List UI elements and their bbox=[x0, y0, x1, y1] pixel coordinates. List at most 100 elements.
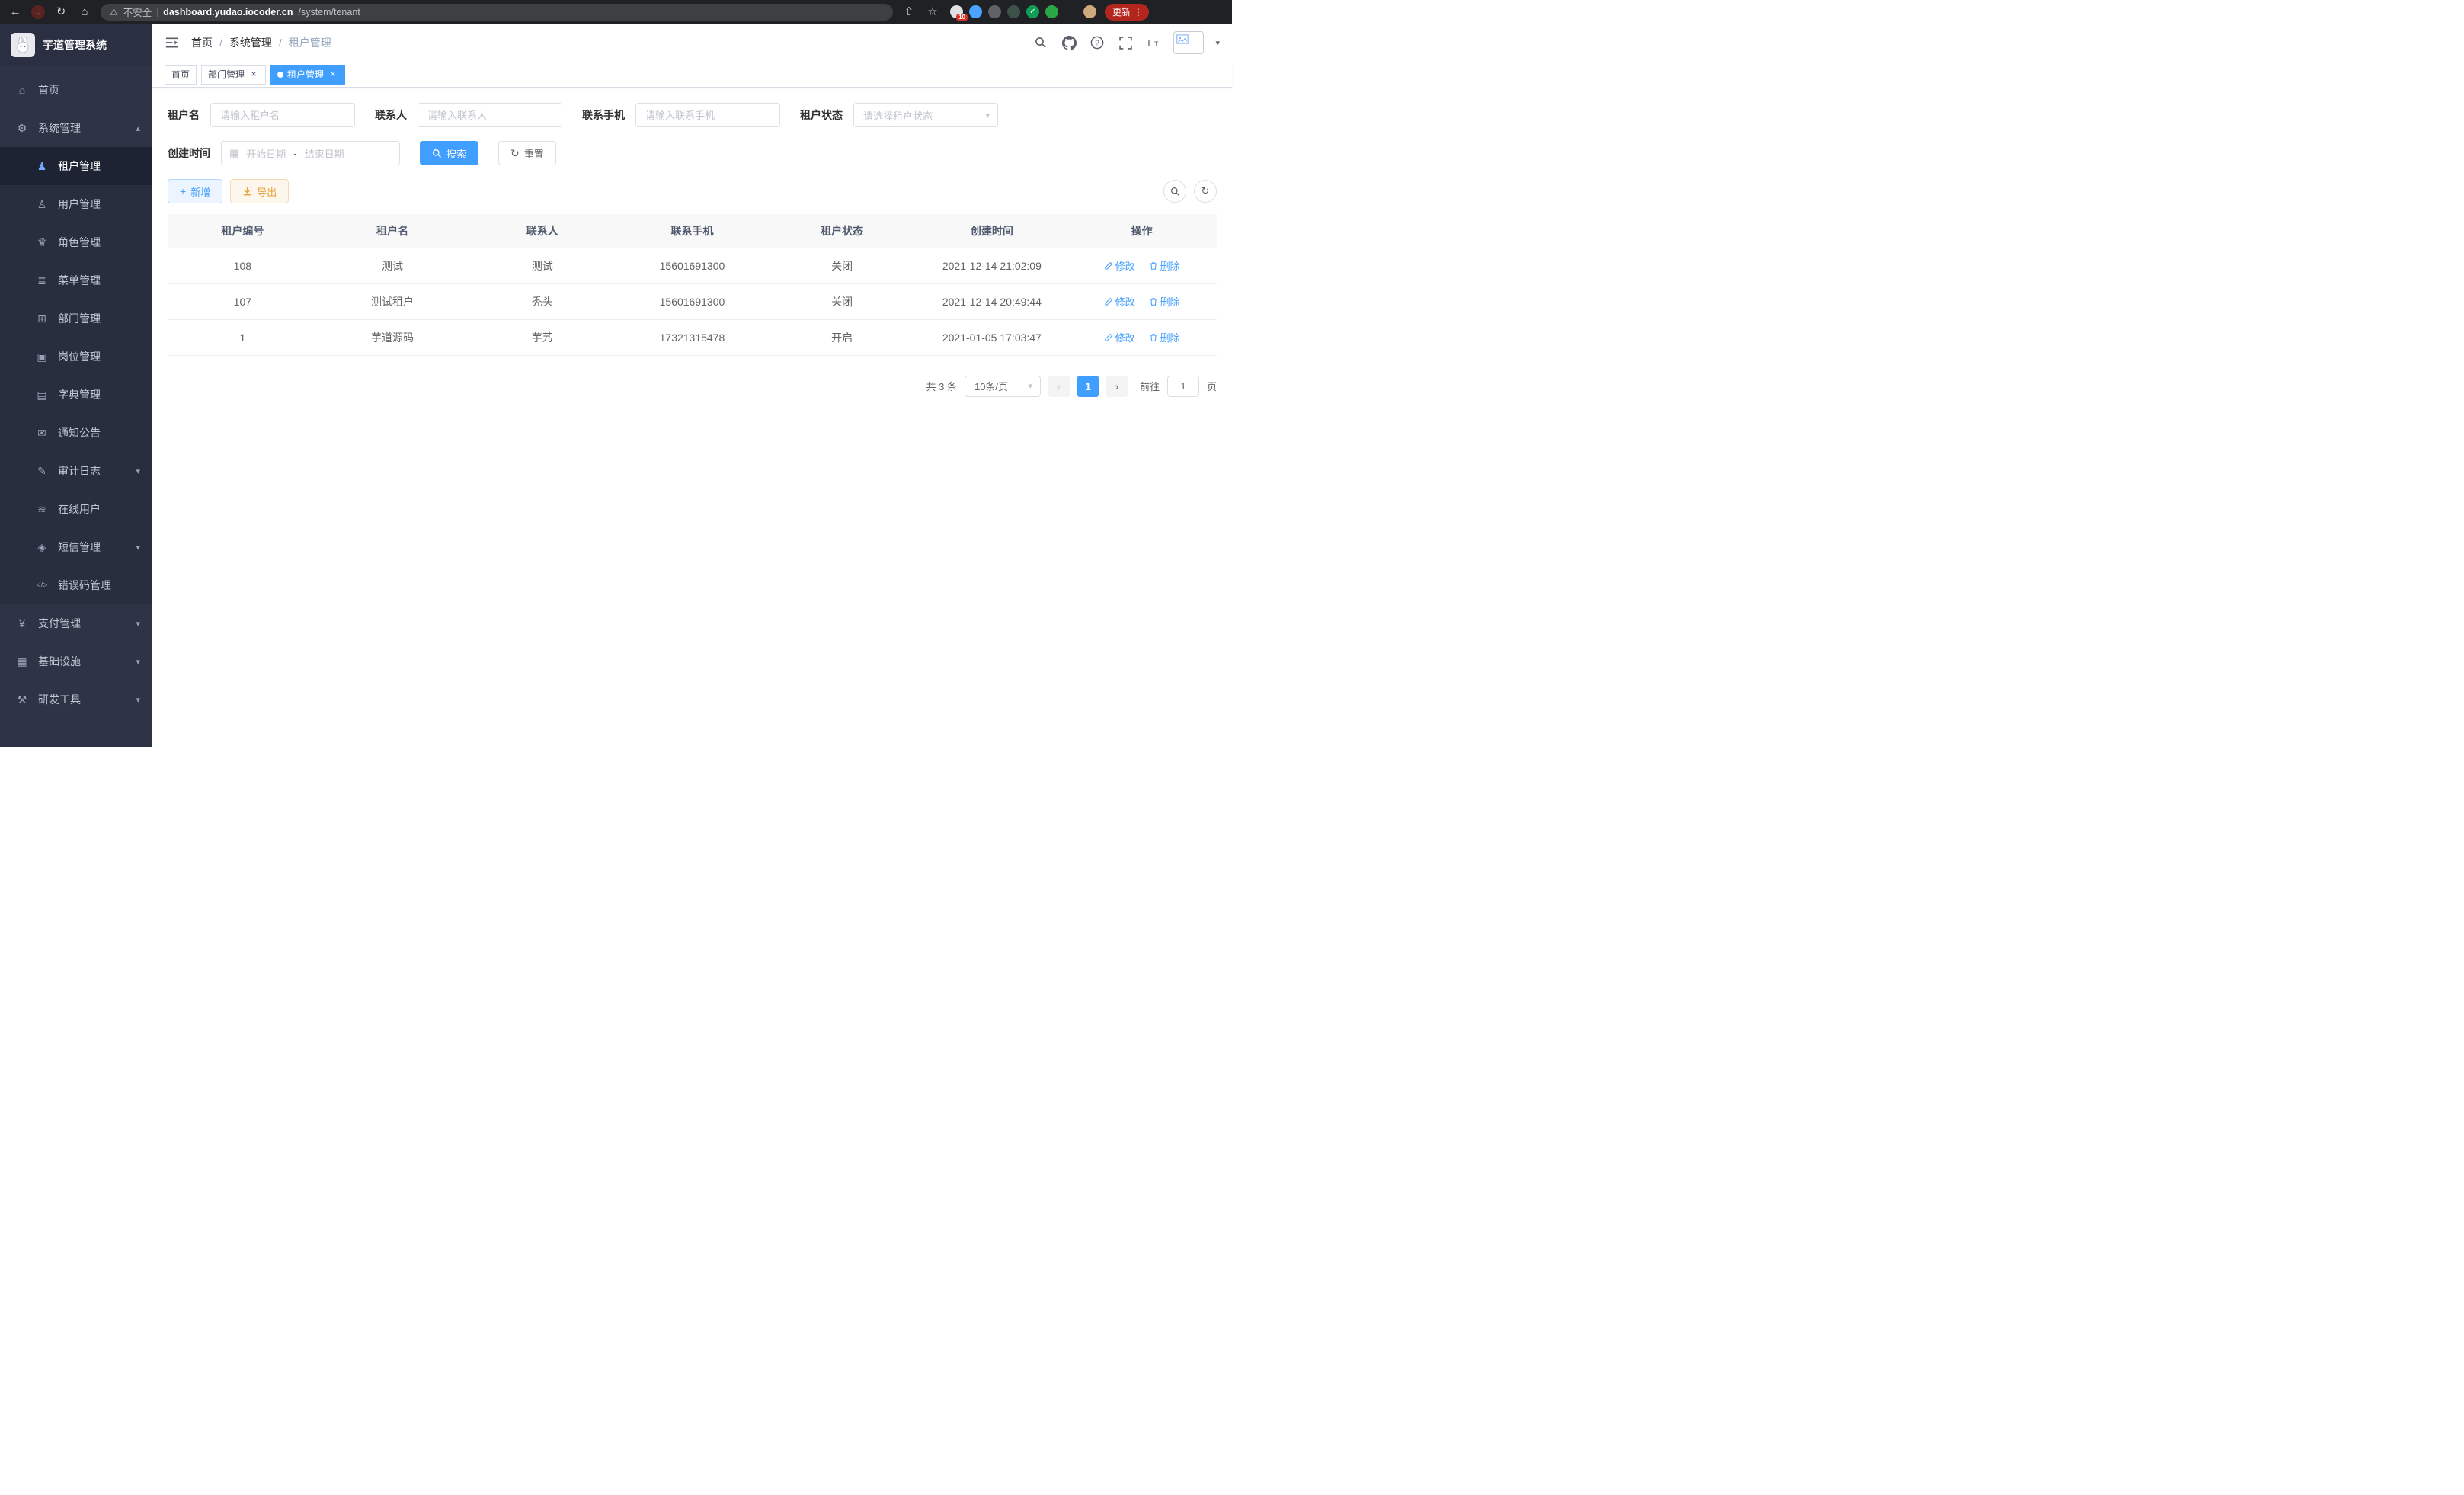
create-time-range-picker[interactable]: ▦ 开始日期 - 结束日期 bbox=[221, 141, 400, 165]
cell-actions: 修改删除 bbox=[1067, 248, 1217, 283]
extension-dots-icon[interactable]: 10 bbox=[950, 5, 963, 18]
page-1-button[interactable]: 1 bbox=[1077, 376, 1099, 397]
breadcrumb-separator: / bbox=[279, 37, 282, 49]
delete-link[interactable]: 删除 bbox=[1149, 258, 1180, 273]
close-tab-icon[interactable]: × bbox=[248, 69, 259, 80]
font-size-icon[interactable]: TT bbox=[1145, 34, 1162, 51]
chevron-up-icon: ▴ bbox=[136, 123, 140, 133]
tab-home[interactable]: 首页 bbox=[165, 65, 197, 85]
sidebar-item-infra[interactable]: ▦基础设施▾ bbox=[0, 642, 152, 680]
collapse-sidebar-icon[interactable] bbox=[165, 37, 179, 49]
cell-create-time: 2021-12-14 21:02:09 bbox=[917, 248, 1067, 283]
tenant-status-label: 租户状态 bbox=[800, 107, 843, 123]
tab-tenant[interactable]: 租户管理× bbox=[270, 65, 345, 85]
search-icon bbox=[1170, 187, 1180, 197]
user-icon: ♙ bbox=[35, 198, 49, 211]
chevron-down-icon[interactable]: ▾ bbox=[1215, 38, 1220, 48]
add-button[interactable]: + 新增 bbox=[168, 179, 222, 203]
plus-icon: + bbox=[180, 186, 186, 197]
extension-monkey-icon[interactable] bbox=[1083, 5, 1096, 18]
reset-button[interactable]: ↻ 重置 bbox=[498, 141, 556, 165]
extension-olive-icon[interactable] bbox=[1007, 5, 1020, 18]
sidebar-item-notice[interactable]: ✉通知公告 bbox=[0, 414, 152, 452]
extension-green-icon[interactable] bbox=[1045, 5, 1058, 18]
toggle-search-button[interactable] bbox=[1163, 180, 1186, 203]
sidebar-item-online[interactable]: ≋在线用户 bbox=[0, 490, 152, 528]
column-header: 租户名 bbox=[318, 214, 468, 248]
extension-puzzle-icon[interactable] bbox=[1064, 5, 1077, 18]
help-icon[interactable]: ? bbox=[1089, 34, 1106, 51]
error-code-icon: </> bbox=[35, 581, 49, 590]
logo-image bbox=[11, 33, 35, 57]
sidebar-item-sms[interactable]: ◈短信管理▾ bbox=[0, 528, 152, 566]
prev-page-button[interactable]: ‹ bbox=[1048, 376, 1070, 397]
tenant-status-select[interactable]: 请选择租户状态 ▾ bbox=[853, 103, 998, 127]
breadcrumb-item[interactable]: 系统管理 bbox=[229, 35, 272, 50]
extension-check-icon[interactable]: ✓ bbox=[1026, 5, 1039, 18]
header-search-icon[interactable] bbox=[1032, 34, 1049, 51]
sidebar-item-auditlog[interactable]: ✎审计日志▾ bbox=[0, 452, 152, 490]
delete-link[interactable]: 删除 bbox=[1149, 330, 1180, 344]
create-time-label: 创建时间 bbox=[168, 146, 210, 161]
browser-toolbar: ← → ↻ ⌂ ⚠ 不安全 dashboard.yudao.iocoder.cn… bbox=[0, 0, 1232, 24]
search-button[interactable]: 搜索 bbox=[420, 141, 478, 165]
dict-book-icon: ▤ bbox=[35, 389, 49, 402]
sidebar-item-tenant[interactable]: ♟租户管理 bbox=[0, 147, 152, 185]
edit-link[interactable]: 修改 bbox=[1104, 294, 1135, 309]
sidebar-item-system[interactable]: ⚙系统管理▴ bbox=[0, 109, 152, 147]
sidebar-item-menu[interactable]: ≣菜单管理 bbox=[0, 261, 152, 299]
refresh-table-button[interactable]: ↻ bbox=[1194, 180, 1217, 203]
contact-name-input[interactable] bbox=[418, 103, 562, 127]
next-page-button[interactable]: › bbox=[1106, 376, 1128, 397]
logo[interactable]: 芋道管理系统 bbox=[0, 24, 152, 66]
tenant-name-input[interactable] bbox=[210, 103, 355, 127]
url-bar[interactable]: ⚠ 不安全 dashboard.yudao.iocoder.cn/system/… bbox=[101, 4, 893, 21]
github-icon[interactable] bbox=[1061, 34, 1077, 51]
sidebar-item-tool[interactable]: ⚒研发工具▾ bbox=[0, 680, 152, 719]
close-tab-icon[interactable]: × bbox=[328, 69, 338, 80]
delete-icon bbox=[1149, 333, 1158, 342]
goto-page-input[interactable] bbox=[1167, 376, 1199, 397]
extension-gray-icon[interactable] bbox=[988, 5, 1001, 18]
sidebar-item-role[interactable]: ♛角色管理 bbox=[0, 223, 152, 261]
reload-icon[interactable]: ↻ bbox=[53, 5, 69, 20]
tab-dept[interactable]: 部门管理× bbox=[201, 65, 266, 85]
update-button[interactable]: 更新 ⋮ bbox=[1105, 4, 1149, 21]
sidebar-item-dict[interactable]: ▤字典管理 bbox=[0, 376, 152, 414]
delete-link[interactable]: 删除 bbox=[1149, 294, 1180, 309]
tenant-table: 租户编号租户名联系人联系手机租户状态创建时间操作 108测试测试15601691… bbox=[168, 214, 1217, 356]
sidebar-item-home[interactable]: ⌂首页 bbox=[0, 71, 152, 109]
cell-tenant-name: 芋道源码 bbox=[318, 319, 468, 355]
avatar[interactable] bbox=[1173, 31, 1204, 54]
export-button[interactable]: 导出 bbox=[230, 179, 289, 203]
fullscreen-icon[interactable] bbox=[1117, 34, 1134, 51]
refresh-icon: ↻ bbox=[1202, 185, 1210, 197]
forward-icon[interactable]: → bbox=[31, 5, 45, 19]
sidebar-item-dept[interactable]: ⊞部门管理 bbox=[0, 299, 152, 338]
share-icon[interactable]: ⇧ bbox=[901, 5, 917, 20]
pay-yen-icon: ¥ bbox=[15, 617, 29, 629]
extension-drop-icon[interactable] bbox=[969, 5, 982, 18]
menu-list-icon: ≣ bbox=[35, 274, 49, 287]
svg-text:T: T bbox=[1146, 37, 1152, 49]
sidebar-item-errorcode[interactable]: </>错误码管理 bbox=[0, 566, 152, 604]
contact-mobile-input[interactable] bbox=[635, 103, 780, 127]
post-badge-icon: ▣ bbox=[35, 351, 49, 363]
page-size-value: 10条/页 bbox=[974, 379, 1008, 393]
settings-gear-icon: ⚙ bbox=[15, 122, 29, 135]
sidebar-item-post[interactable]: ▣岗位管理 bbox=[0, 338, 152, 376]
browser-home-icon[interactable]: ⌂ bbox=[77, 5, 92, 20]
cell-tenant-id: 1 bbox=[168, 319, 318, 355]
chevron-right-icon: › bbox=[1115, 380, 1119, 392]
home-icon: ⌂ bbox=[15, 84, 29, 96]
sidebar-item-pay[interactable]: ¥支付管理▾ bbox=[0, 604, 152, 642]
breadcrumb-item[interactable]: 首页 bbox=[191, 35, 213, 50]
bookmark-star-icon[interactable]: ☆ bbox=[925, 5, 940, 20]
edit-link[interactable]: 修改 bbox=[1104, 258, 1135, 273]
back-icon[interactable]: ← bbox=[8, 5, 23, 20]
tenant-status-placeholder: 请选择租户状态 bbox=[863, 108, 933, 123]
page-size-select[interactable]: 10条/页 ▾ bbox=[965, 376, 1041, 397]
menu-kebab-icon[interactable]: ⋮ bbox=[1134, 7, 1143, 18]
edit-link[interactable]: 修改 bbox=[1104, 330, 1135, 344]
sidebar-item-user[interactable]: ♙用户管理 bbox=[0, 185, 152, 223]
